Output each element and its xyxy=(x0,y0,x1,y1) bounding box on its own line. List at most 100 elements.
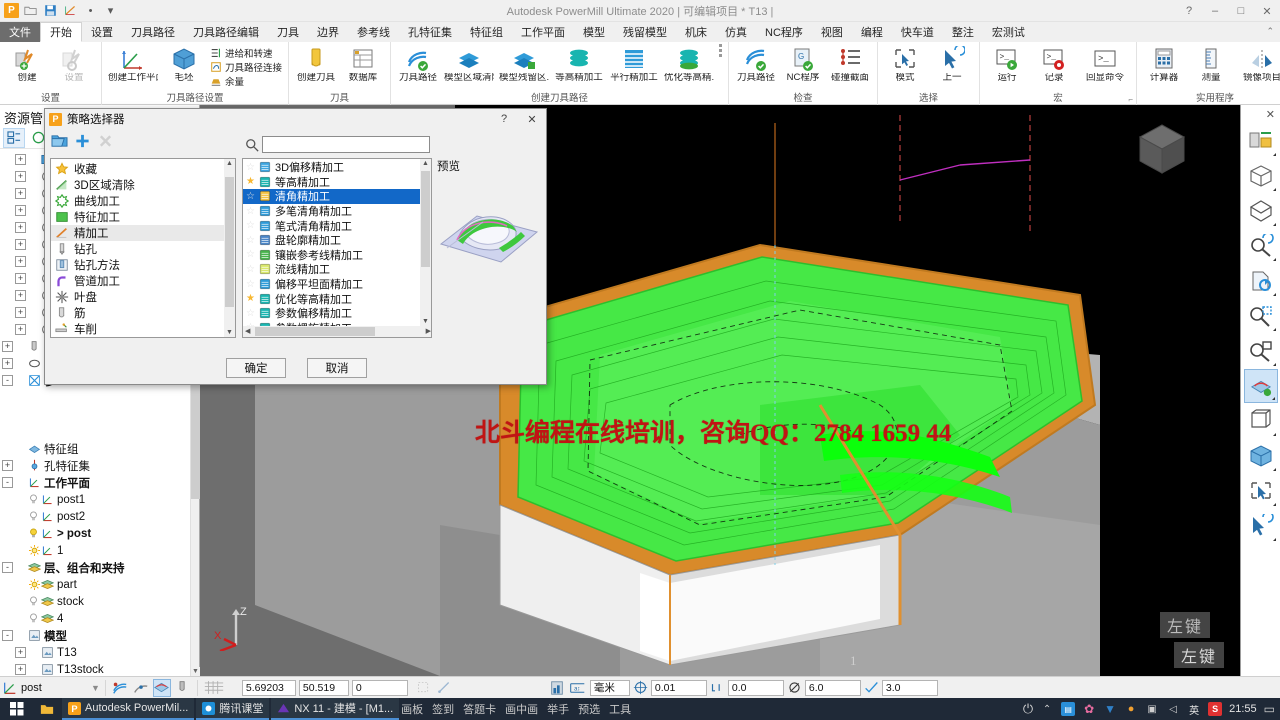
ribbon-tab-11[interactable]: 模型 xyxy=(574,22,614,42)
visibility-bulb-icon[interactable] xyxy=(29,579,40,590)
create-setup-button[interactable]: 创建 xyxy=(4,44,50,83)
taskbar-overflow-4[interactable]: 举手 xyxy=(547,701,569,717)
tree-item-30[interactable]: + T13stock xyxy=(2,661,190,676)
tree-expander[interactable]: + xyxy=(2,358,13,369)
select-box-icon[interactable] xyxy=(1244,474,1278,508)
favourite-star-icon[interactable]: ☆ xyxy=(246,264,255,275)
strategy-item-3[interactable]: ☆ 多笔清角精加工 xyxy=(243,204,421,219)
help-button[interactable]: ? xyxy=(1176,0,1202,22)
ribbon-tabs[interactable]: 文件 开始 设置 刀具路径 刀具路径编辑 刀具 边界 参考线 孔特征集 特征组 工作平面 模型 残留模型… xyxy=(0,22,1280,42)
create-workplane-button[interactable]: 创建工作平面 xyxy=(106,44,160,83)
tray-volume-icon[interactable]: ◁ xyxy=(1166,702,1180,716)
tool-database-button[interactable]: 数据库 xyxy=(340,44,386,83)
tree-expander[interactable]: - xyxy=(2,477,13,488)
cancel-button[interactable]: 取消 xyxy=(307,358,367,378)
category-item-10[interactable]: 车削 xyxy=(51,321,235,337)
tree-expander[interactable]: + xyxy=(15,273,26,284)
strategy-item-5[interactable]: ☆ 盘轮廓精加工 xyxy=(243,233,421,248)
tree-item-22[interactable]: > post xyxy=(2,525,190,542)
tree-expander[interactable]: + xyxy=(2,460,13,471)
zoom-to-box-icon[interactable] xyxy=(1244,299,1278,333)
visibility-bulb-icon[interactable] xyxy=(29,528,40,539)
coordinate-y[interactable]: 50.519 xyxy=(298,679,349,696)
grid-icon[interactable] xyxy=(203,680,225,695)
taskbar-overflow-2[interactable]: 答题卡 xyxy=(463,701,496,717)
constant-z-finishing-button[interactable]: 等高精加工 xyxy=(552,44,606,83)
tree-item-28[interactable]: - 模型 xyxy=(2,627,190,644)
view-from-front-icon[interactable] xyxy=(1244,124,1278,158)
verify-ncprogram-button[interactable]: G NC程序 xyxy=(780,44,826,83)
tray-blue-icon[interactable]: ▤ xyxy=(1061,702,1076,716)
wireframe-icon[interactable] xyxy=(1244,404,1278,438)
coordinate-z[interactable]: 0 xyxy=(351,679,408,696)
favourite-star-icon[interactable]: ★ xyxy=(246,293,255,304)
record-macro-button[interactable]: >_ 记录 xyxy=(1031,44,1077,83)
diameter-value[interactable]: 6.0 xyxy=(804,679,861,696)
model-rest-area-button[interactable]: 模型残留区... xyxy=(497,44,551,83)
strategy-hscroll-thumb[interactable] xyxy=(255,327,375,336)
tree-expander[interactable]: + xyxy=(15,205,26,216)
strategy-item-1[interactable]: ★ 等高精加工 xyxy=(243,175,421,190)
ribbon-tab-17[interactable]: 编程 xyxy=(852,22,892,42)
select-previous-button[interactable]: 上一 xyxy=(929,44,975,83)
taskbar-item-explorer[interactable] xyxy=(34,698,60,720)
strategy-item-8[interactable]: ☆ 偏移平坦面精加工 xyxy=(243,277,421,292)
favourite-star-icon[interactable]: ★ xyxy=(246,176,255,187)
strategy-item-9[interactable]: ★ 优化等高精加工 xyxy=(243,291,421,306)
workplane-selector[interactable]: post xyxy=(2,680,88,696)
ribbon-tab-16[interactable]: 视图 xyxy=(812,22,852,42)
tree-item-26[interactable]: stock xyxy=(2,593,190,610)
category-item-11[interactable]: 探测 xyxy=(51,337,235,338)
tree-item-14[interactable] xyxy=(2,389,190,406)
tree-expander[interactable]: + xyxy=(15,154,26,165)
ribbon-tab-5[interactable]: 刀具 xyxy=(268,22,308,42)
block-button[interactable]: 毛坯 xyxy=(161,44,207,83)
ribbon-tab-0[interactable]: 文件 xyxy=(0,22,40,42)
favourite-star-icon[interactable]: ☆ xyxy=(246,308,255,319)
category-item-0[interactable]: 收藏 xyxy=(51,161,235,177)
strategy-scroll-right-icon[interactable]: ▶ xyxy=(426,327,431,335)
favourite-star-icon[interactable]: ☆ xyxy=(246,235,255,246)
tray-shield-icon[interactable]: ▼ xyxy=(1103,702,1117,716)
open-folder-icon[interactable] xyxy=(49,131,70,151)
tree-expander[interactable]: + xyxy=(15,647,26,658)
dialog-help-button[interactable]: ? xyxy=(490,109,518,129)
tree-item-27[interactable]: 4 xyxy=(2,610,190,627)
tree-expander[interactable]: - xyxy=(2,562,13,573)
tray-ime-icon[interactable]: 英 xyxy=(1187,702,1201,717)
ribbon-tab-4[interactable]: 刀具路径编辑 xyxy=(184,22,268,42)
measure-button[interactable]: 测量 xyxy=(1188,44,1234,83)
category-scrollbar[interactable]: ▲ ▼ xyxy=(224,159,235,337)
toolpath-points-button[interactable] xyxy=(132,679,150,697)
cross-icon[interactable] xyxy=(95,131,116,151)
tree-item-15[interactable] xyxy=(2,406,190,423)
category-list[interactable]: 收藏 3D区域清除曲线加工特征加工精加工钻孔钻孔方法管道加工叶盘筋车削探测 ▲ ▼ xyxy=(50,158,236,338)
tree-item-18[interactable]: + 孔特征集 xyxy=(2,457,190,474)
category-item-8[interactable]: 叶盘 xyxy=(51,289,235,305)
units-value[interactable]: 毫米 xyxy=(589,679,630,696)
collision-section-button[interactable]: 碰撞截面 xyxy=(827,44,873,83)
toolpath-strategy-button[interactable]: 刀具路径 xyxy=(395,44,441,83)
coordinate-x[interactable]: 5.69203 xyxy=(241,679,296,696)
tree-expander[interactable]: + xyxy=(15,307,26,318)
search-input[interactable] xyxy=(262,136,430,153)
stepdown-value[interactable]: 3.0 xyxy=(881,679,938,696)
raster-finishing-button[interactable]: 平行精加工 xyxy=(607,44,661,83)
explorer-scroll-thumb[interactable] xyxy=(191,379,200,499)
visibility-bulb-icon[interactable] xyxy=(29,596,40,607)
category-item-5[interactable]: 钻孔 xyxy=(51,241,235,257)
tray-pink-icon[interactable]: ✿ xyxy=(1082,702,1096,716)
units-icon[interactable]: a↕ xyxy=(569,679,587,697)
ribbon-tab-19[interactable]: 整注 xyxy=(943,22,983,42)
strategy-selector-dialog[interactable]: P 策略选择器 ? ✕ 收藏 3D区域清除曲线加工 特征加工 精加工 钻孔 钻孔… xyxy=(44,108,547,385)
dialog-close-button[interactable]: ✕ xyxy=(518,109,546,129)
maximize-button[interactable]: □ xyxy=(1228,0,1254,22)
strategy-search[interactable] xyxy=(245,136,430,153)
chevron-down-icon[interactable]: ▼ xyxy=(91,683,100,693)
ribbon-tab-3[interactable]: 刀具路径 xyxy=(122,22,184,42)
tree-item-24[interactable]: - 层、组合和夹持 xyxy=(2,559,190,576)
ribbon-tab-2[interactable]: 设置 xyxy=(82,22,122,42)
strategy-vscrollbar[interactable]: ▲ ▼ xyxy=(420,159,431,326)
tree-item-20[interactable]: post1 xyxy=(2,491,190,508)
ribbon-tab-9[interactable]: 特征组 xyxy=(461,22,512,42)
